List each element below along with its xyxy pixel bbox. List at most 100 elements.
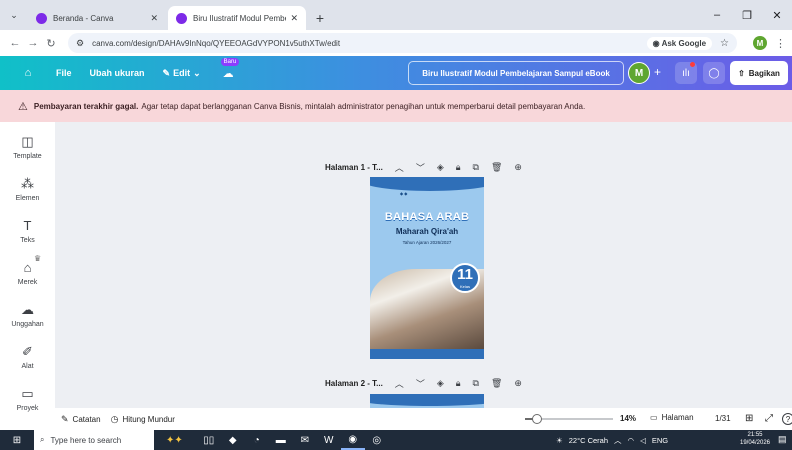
- resize-button[interactable]: Ubah ukuran: [90, 68, 145, 78]
- zoom-slider[interactable]: [525, 414, 613, 424]
- pages-button[interactable]: ▭ Halaman: [650, 413, 694, 422]
- sidebar-item-elemen[interactable]: ⁂ Elemen: [0, 176, 55, 202]
- word-icon[interactable]: W: [317, 430, 341, 450]
- magic-switch-button[interactable]: Baru ☁: [220, 57, 240, 80]
- back-icon[interactable]: ←: [6, 37, 24, 49]
- forward-icon[interactable]: →: [24, 37, 42, 49]
- tab-title: Beranda - Canva: [53, 13, 114, 23]
- sidebar-item-alat[interactable]: ✐ Alat: [0, 344, 55, 370]
- move-down-icon[interactable]: ﹀: [416, 161, 425, 174]
- close-tab-icon[interactable]: ✕: [290, 13, 298, 24]
- page-2-toolbar: Halaman 2 - T... ︿ ﹀ ◈ 🔒︎ ⧉ 🗑︎ ⊕: [325, 376, 534, 390]
- url-field[interactable]: ⚙ canva.com/design/DAHAv9InNqo/QYEEOAGdV…: [68, 33, 737, 53]
- timer-button[interactable]: ◷ Hitung Mundur: [111, 414, 175, 425]
- help-icon[interactable]: ?: [782, 413, 792, 425]
- taskbar-clock[interactable]: 21:55 19/04/2026: [738, 431, 772, 447]
- home-icon[interactable]: ⌂: [18, 63, 38, 83]
- grid-view-icon[interactable]: ⊞: [745, 413, 753, 424]
- reload-icon[interactable]: ↻: [42, 37, 60, 50]
- cover-subtitle: Maharah Qira'ah: [395, 227, 459, 236]
- sidebar-item-template[interactable]: ◫ Template: [0, 134, 55, 160]
- weather-text[interactable]: 22°C Cerah: [569, 436, 608, 445]
- notification-icon[interactable]: ▤: [778, 434, 787, 445]
- task-view-icon[interactable]: ▯▯: [197, 430, 221, 450]
- copilot-icon[interactable]: ◆: [221, 430, 245, 450]
- comments-button[interactable]: ◯: [703, 62, 725, 84]
- move-up-icon[interactable]: ︿: [395, 161, 404, 174]
- left-sidebar: ◫ Template ⁂ Elemen T Teks ♛ ⌂ Merek ☁ U…: [0, 122, 55, 430]
- edge-icon[interactable]: ◔: [245, 430, 269, 450]
- page-2-title[interactable]: Halaman 2 - T...: [325, 379, 383, 388]
- notes-icon: ✎: [61, 413, 69, 424]
- canva-favicon-icon: [176, 12, 187, 24]
- close-window-icon[interactable]: ✕: [762, 0, 792, 30]
- mail-icon[interactable]: ✉: [293, 430, 317, 450]
- add-collaborator-icon[interactable]: +: [654, 65, 661, 79]
- page-2-cover[interactable]: [370, 394, 484, 408]
- copilot-sparkle-icon[interactable]: ✦✦: [166, 435, 183, 446]
- user-avatar[interactable]: M: [628, 62, 650, 84]
- design-canvas: Halaman 1 - T... ︿ ﹀ ◈ 🔒︎ ⧉ 🗑︎ ⊕ ◆ ◆ BAH…: [55, 122, 792, 408]
- insights-button[interactable]: ılı: [675, 62, 697, 84]
- browser-menu-icon[interactable]: ⋮: [775, 37, 786, 50]
- profile-avatar[interactable]: M: [753, 36, 767, 50]
- zoom-slider-knob[interactable]: [532, 414, 542, 424]
- lock-icon[interactable]: 🔒︎: [456, 378, 461, 389]
- new-tab-button[interactable]: +: [308, 6, 332, 30]
- taskbar-search[interactable]: ⌕ Type here to search: [34, 430, 154, 450]
- file-menu-button[interactable]: File: [56, 68, 72, 78]
- add-page-icon[interactable]: ⊕: [514, 162, 522, 173]
- sidebar-label: Teks: [20, 237, 35, 244]
- page-1-cover[interactable]: ◆ ◆ BAHASA ARAB Maharah Qira'ah Tahun Aj…: [370, 177, 484, 359]
- page-1-title[interactable]: Halaman 1 - T...: [325, 163, 383, 172]
- site-settings-icon[interactable]: ⚙: [76, 38, 84, 49]
- windows-start-icon[interactable]: ⊞: [0, 430, 34, 450]
- chrome-icon[interactable]: ◉: [340, 430, 365, 450]
- banner-text: Agar tetap dapat berlangganan Canva Bisn…: [141, 101, 586, 111]
- volume-icon[interactable]: ◁: [640, 436, 646, 445]
- duplicate-icon[interactable]: ⧉: [473, 378, 479, 389]
- sidebar-item-proyek[interactable]: ▭ Proyek: [0, 386, 55, 412]
- add-page-icon[interactable]: ⊕: [514, 378, 522, 389]
- sidebar-item-merek[interactable]: ♛ ⌂ Merek: [0, 254, 55, 286]
- fullscreen-icon[interactable]: ⤢: [765, 413, 773, 424]
- hide-page-icon[interactable]: ◈: [437, 162, 444, 173]
- warning-icon: ⚠: [18, 100, 28, 113]
- move-up-icon[interactable]: ︿: [395, 377, 404, 390]
- bookmark-star-icon[interactable]: ☆: [720, 38, 729, 49]
- trash-icon[interactable]: 🗑︎: [491, 378, 502, 389]
- move-down-icon[interactable]: ﹀: [416, 377, 425, 390]
- sidebar-item-teks[interactable]: T Teks: [0, 218, 55, 244]
- lock-icon[interactable]: 🔒︎: [456, 162, 461, 173]
- share-button[interactable]: ⇧ Bagikan: [730, 61, 788, 85]
- zoom-level[interactable]: 14%: [620, 414, 636, 423]
- cover-logo: ◆ ◆: [400, 191, 408, 196]
- tray-expand-icon[interactable]: ︿: [614, 435, 622, 446]
- edit-button[interactable]: ✎ Edit ⌄: [163, 68, 201, 79]
- notification-dot: [690, 62, 695, 67]
- restore-icon[interactable]: ❐: [732, 0, 762, 30]
- timer-icon: ◷: [110, 413, 119, 424]
- ask-google-button[interactable]: ◉ Ask Google: [646, 36, 713, 50]
- duplicate-icon[interactable]: ⧉: [473, 162, 479, 173]
- file-explorer-icon[interactable]: ▬: [269, 430, 293, 450]
- sidebar-item-unggahan[interactable]: ☁ Unggahan: [0, 302, 55, 328]
- tab-beranda[interactable]: Beranda - Canva ✕: [28, 6, 166, 30]
- upload-icon: ☁: [21, 302, 34, 317]
- cloud-sync-icon: ☁: [222, 67, 234, 80]
- tab-design[interactable]: Biru Ilustratif Modul Pembelajar ✕: [168, 6, 306, 30]
- tab-search-icon[interactable]: ⌄: [0, 0, 28, 30]
- trash-icon[interactable]: 🗑︎: [491, 162, 502, 173]
- notes-button[interactable]: ✎ Catatan: [61, 414, 101, 425]
- canva-app-icon[interactable]: ◎: [365, 430, 389, 450]
- minimize-icon[interactable]: –: [702, 0, 732, 30]
- lang-indicator[interactable]: ENG: [652, 436, 668, 445]
- document-title[interactable]: Biru Ilustratif Modul Pembelajaran Sampu…: [408, 61, 624, 85]
- share-label: Bagikan: [748, 68, 780, 78]
- close-tab-icon[interactable]: ✕: [150, 13, 158, 24]
- google-lens-icon: ◉: [652, 38, 662, 48]
- search-icon: ⌕: [40, 435, 45, 444]
- wifi-icon[interactable]: ◠: [628, 436, 635, 445]
- hide-page-icon[interactable]: ◈: [437, 378, 444, 389]
- url-text: canva.com/design/DAHAv9InNqo/QYEEOAGdVYP…: [92, 38, 341, 48]
